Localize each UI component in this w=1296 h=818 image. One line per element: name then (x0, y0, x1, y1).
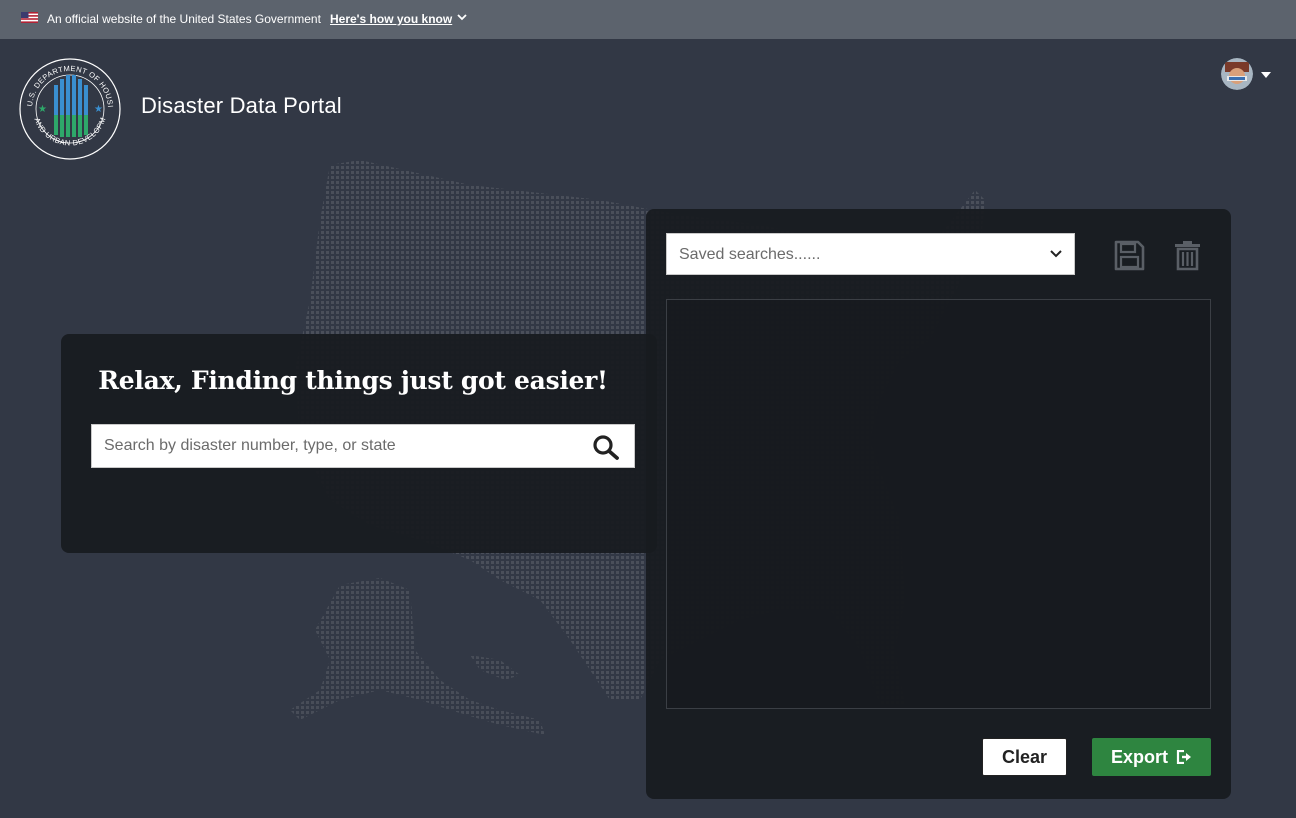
us-flag-icon (21, 12, 38, 23)
search-box[interactable] (91, 424, 635, 468)
gov-banner: An official website of the United States… (0, 0, 1296, 39)
export-button-label: Export (1110, 746, 1168, 767)
chevron-down-icon (1050, 250, 1062, 258)
saved-searches-dropdown[interactable]: Saved searches...... (666, 233, 1075, 275)
clear-button[interactable]: Clear (982, 738, 1067, 776)
svg-text:★: ★ (94, 104, 103, 115)
results-list-area (666, 299, 1211, 709)
heres-how-you-know-link[interactable]: Here's how you know (330, 12, 452, 26)
portal-title: Disaster Data Portal (141, 93, 342, 118)
export-icon (1176, 750, 1191, 764)
trash-icon[interactable] (1174, 240, 1201, 271)
hud-seal-logo: U.S. DEPARTMENT OF HOUSING AND URBAN DEV… (18, 57, 121, 160)
svg-text:★: ★ (38, 104, 47, 115)
caret-down-icon[interactable] (1261, 72, 1271, 78)
saved-searches-placeholder: Saved searches...... (679, 246, 821, 263)
search-input[interactable] (92, 425, 606, 467)
gov-banner-text: An official website of the United States… (47, 12, 321, 26)
search-tagline: Relax, Finding things just got easier! (98, 366, 608, 395)
user-avatar[interactable] (1221, 58, 1253, 90)
export-button[interactable]: Export (1092, 738, 1211, 776)
search-icon[interactable] (592, 434, 620, 460)
chevron-down-icon[interactable] (456, 11, 468, 23)
save-icon[interactable] (1114, 240, 1145, 271)
